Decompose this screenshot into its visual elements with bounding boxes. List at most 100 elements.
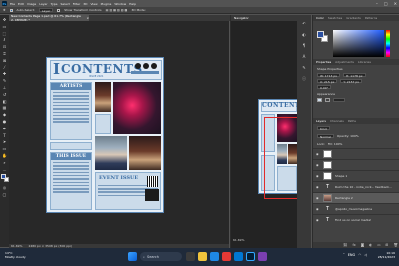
close-tab-icon[interactable]: ×	[86, 16, 89, 20]
screen-mode-icon[interactable]: ▢	[2, 192, 7, 197]
menu-select[interactable]: Select	[61, 2, 70, 6]
tab-patterns[interactable]: Patterns	[365, 16, 377, 20]
character-panel-icon[interactable]: A	[301, 54, 307, 59]
align-icons[interactable]: ▤ ▥ ▦ ▧ ▨ ▩	[106, 8, 128, 12]
file-explorer-icon[interactable]	[198, 252, 207, 261]
width-field[interactable]: W: 1713 px	[317, 73, 341, 78]
more-tools-icon[interactable]: …	[2, 167, 7, 172]
layer-row[interactable]: ◉ T Ruim the 10 - indie_rock... feedback…	[313, 181, 399, 192]
auto-select-dropdown[interactable]: Layer	[38, 8, 54, 13]
auto-select-checkbox[interactable]	[9, 8, 13, 12]
tab-libraries[interactable]: Libraries	[358, 60, 371, 64]
frame-tool-icon[interactable]: ⊠	[2, 58, 7, 63]
minimize-button[interactable]: –	[376, 1, 378, 6]
menu-plugins[interactable]: Plugins	[101, 2, 112, 6]
menu-type[interactable]: Type	[51, 2, 58, 6]
history-brush-tool-icon[interactable]: ↺	[2, 92, 7, 97]
info-panel-icon[interactable]: ⓘ	[301, 76, 307, 81]
opacity-field[interactable]: Opacity: 100%	[337, 134, 359, 138]
chrome-icon[interactable]	[222, 252, 231, 261]
magazine-page[interactable]: I CONTENTS ISSUE 2021 ARTISTS THIS ISSUE…	[46, 57, 164, 213]
task-view-icon[interactable]	[186, 252, 195, 261]
tab-color[interactable]: Color	[316, 16, 324, 20]
zoom-tool-icon[interactable]: ⌕	[2, 160, 7, 165]
stroke-width-field[interactable]	[333, 98, 345, 102]
y-field[interactable]: Y: 2157 px	[340, 79, 363, 84]
close-button[interactable]: ✕	[394, 1, 397, 6]
kind-filter-dropdown[interactable]: Kind	[317, 126, 330, 131]
x-field[interactable]: X: 215 px	[317, 79, 338, 84]
brush-panel-icon[interactable]: ✎	[301, 65, 307, 70]
blur-tool-icon[interactable]: ◆	[2, 113, 7, 117]
visibility-eye-icon[interactable]: ◉	[316, 218, 320, 222]
volume-icon[interactable]: ◁	[364, 253, 367, 257]
weather-widget[interactable]: 14°C Mostly cloudy	[5, 251, 26, 259]
object-select-tool-icon[interactable]: ⊡	[2, 45, 7, 49]
delete-layer-icon[interactable]: 🗑	[393, 243, 397, 247]
menu-image[interactable]: Image	[27, 2, 36, 6]
fill-field[interactable]: Fill: 100%	[328, 142, 343, 146]
menu-file[interactable]: File	[10, 2, 15, 6]
menu-help[interactable]: Help	[129, 2, 136, 6]
angle-field[interactable]: 0.00°	[317, 85, 332, 90]
eyedropper-tool-icon[interactable]: ⁄	[2, 65, 7, 70]
navigator-view-box[interactable]	[264, 117, 299, 199]
hand-tool-icon[interactable]: ✋	[2, 153, 7, 158]
marquee-tool-icon[interactable]: ⬚	[2, 31, 7, 36]
teams-icon[interactable]	[258, 252, 267, 261]
maximize-button[interactable]: □	[384, 1, 388, 6]
tab-swatches[interactable]: Swatches	[328, 16, 342, 20]
gradient-tool-icon[interactable]: ▦	[2, 106, 7, 110]
tab-properties[interactable]: Properties	[316, 60, 331, 64]
new-layer-icon[interactable]: ⊞	[386, 243, 389, 247]
blend-mode-dropdown[interactable]: Normal	[317, 134, 334, 139]
group-icon[interactable]: ▭	[377, 243, 380, 247]
tab-channels[interactable]: Channels	[330, 119, 344, 123]
move-tool-icon[interactable]: ✥	[2, 18, 7, 22]
hue-slider[interactable]	[386, 30, 390, 57]
store-icon[interactable]	[234, 252, 243, 261]
mask-icon[interactable]: ◙	[361, 243, 364, 247]
taskbar-clock[interactable]: 10:16 28/11/2023	[378, 251, 395, 259]
healing-brush-tool-icon[interactable]: ✚	[2, 72, 7, 76]
photoshop-taskbar-icon[interactable]	[246, 252, 255, 261]
layer-row[interactable]: ◉	[313, 148, 399, 159]
history-panel-icon[interactable]: ↶	[301, 21, 307, 26]
visibility-eye-icon[interactable]: ◉	[316, 152, 320, 156]
layer-row[interactable]: ◉	[313, 159, 399, 170]
tab-gradients[interactable]: Gradients	[346, 16, 361, 20]
layer-row[interactable]: ◉ T Find us on social media!	[313, 214, 399, 225]
lasso-tool-icon[interactable]: ℓ	[2, 38, 7, 42]
pen-tool-icon[interactable]: ✒	[2, 126, 7, 131]
fx-icon[interactable]: fx	[352, 243, 355, 247]
eraser-tool-icon[interactable]: ◧	[2, 99, 7, 104]
path-select-tool-icon[interactable]: ➤	[2, 140, 7, 144]
brush-tool-icon[interactable]: ✎	[2, 79, 7, 83]
artboard-tool-icon[interactable]: ▭	[2, 24, 7, 29]
photoshop-app-icon[interactable]: Ps	[2, 1, 7, 6]
layer-row-selected[interactable]: ◉ Rectangle 2	[313, 192, 399, 203]
menu-layer[interactable]: Layer	[39, 2, 47, 6]
rectangle-tool-icon[interactable]: ▭	[2, 147, 7, 151]
wifi-icon[interactable]: ◠	[358, 253, 361, 257]
menu-window[interactable]: Window	[114, 2, 126, 6]
visibility-eye-icon[interactable]: ◉	[316, 174, 320, 178]
type-tool-icon[interactable]: T	[2, 133, 7, 138]
adjustments-panel-icon[interactable]: ◐	[301, 32, 307, 37]
adjustment-layer-icon[interactable]: ◐	[369, 243, 372, 247]
color-swatches[interactable]	[0, 174, 9, 183]
tab-adjustments[interactable]: Adjustments	[335, 60, 354, 64]
chevron-up-icon[interactable]: ˄	[343, 253, 345, 257]
quick-mask-icon[interactable]: ◎	[2, 186, 7, 190]
menu-3d[interactable]: 3D	[83, 2, 87, 6]
foreground-color-swatch[interactable]	[0, 174, 6, 180]
menu-view[interactable]: View	[90, 2, 97, 6]
link-layers-icon[interactable]: ⛓	[343, 243, 347, 247]
paragraph-panel-icon[interactable]: ¶	[301, 43, 307, 48]
tab-layers[interactable]: Layers	[316, 119, 326, 123]
color-picker-field[interactable]	[333, 30, 384, 57]
tab-paths[interactable]: Paths	[348, 119, 356, 123]
visibility-eye-icon[interactable]: ◉	[316, 163, 320, 167]
dodge-tool-icon[interactable]: ●	[2, 119, 7, 124]
crop-tool-icon[interactable]: ⌗	[2, 51, 7, 56]
